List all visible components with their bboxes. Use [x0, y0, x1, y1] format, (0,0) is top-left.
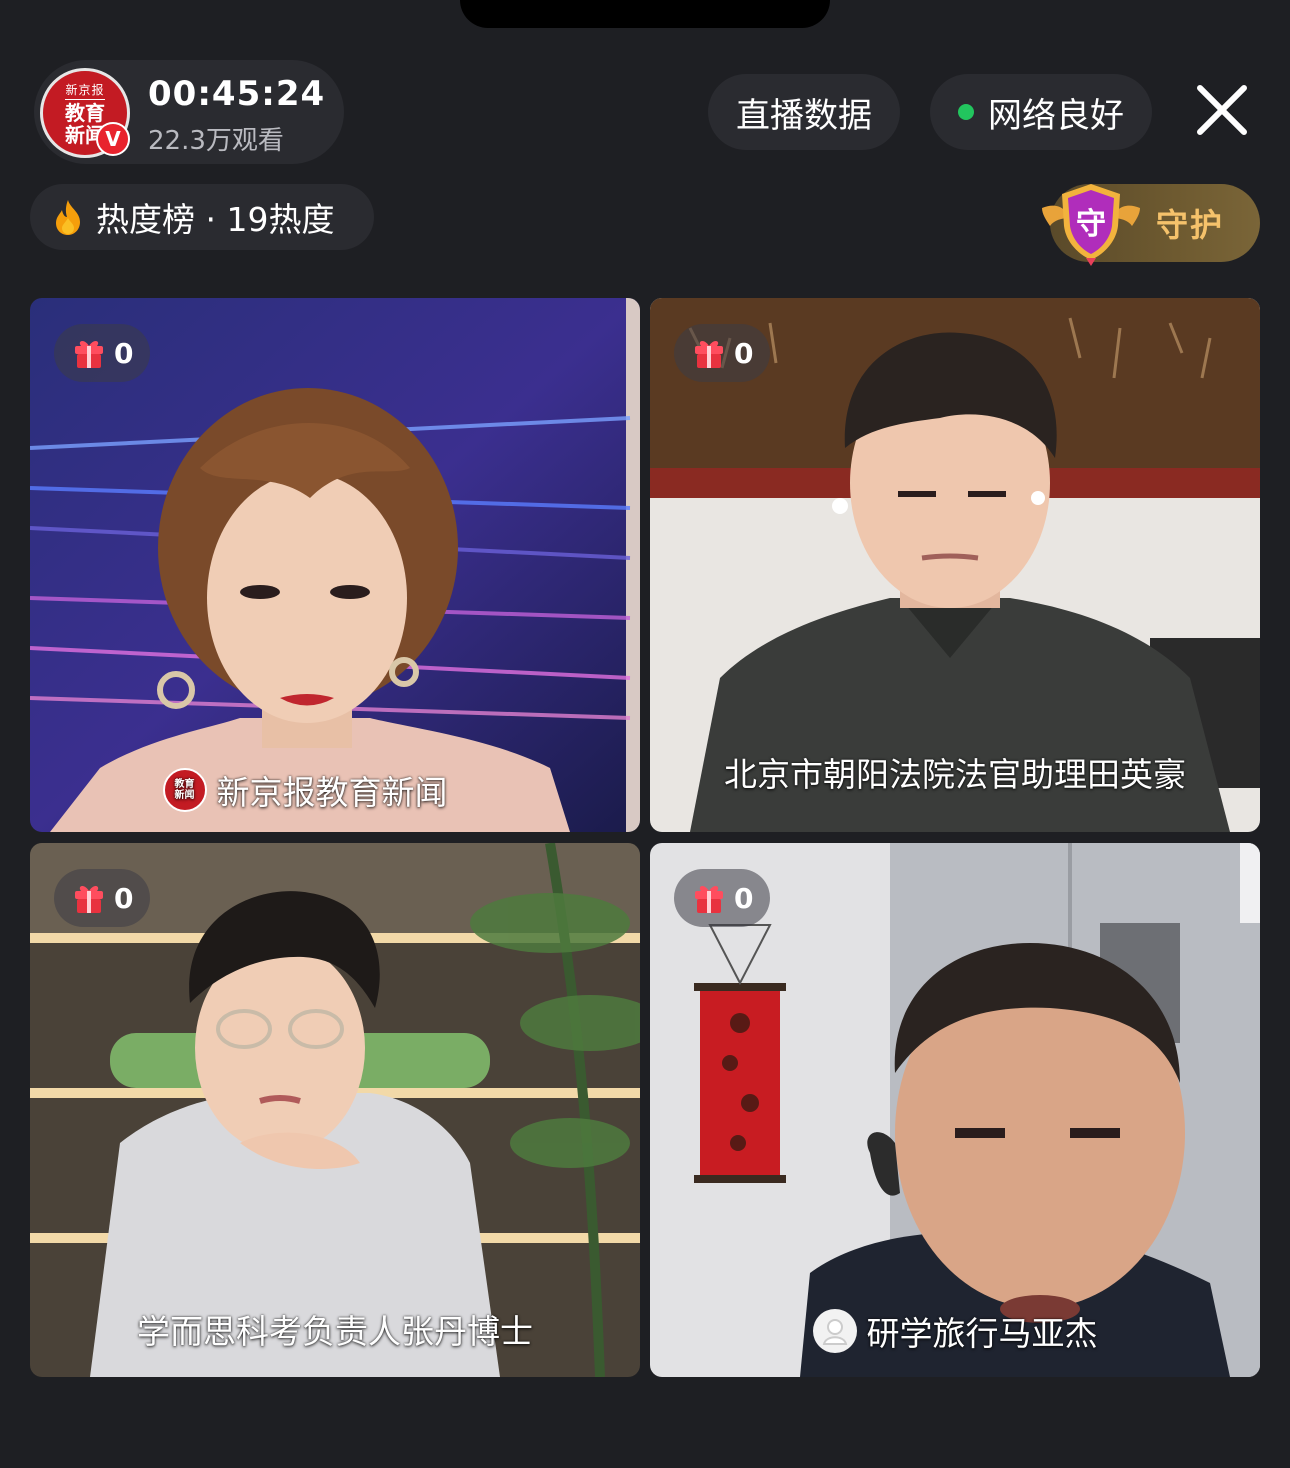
viewer-count: 22.3万观看	[148, 126, 284, 156]
host-avatar-top-text: 新京报	[65, 81, 105, 100]
live-data-button[interactable]: 直播数据	[708, 74, 900, 150]
shield-icon: 守	[1042, 184, 1140, 266]
hot-ranking-label: 热度榜 · 19热度	[96, 200, 335, 239]
gift-counter[interactable]: 0	[54, 324, 150, 382]
network-status-dot-icon	[958, 104, 974, 120]
gift-icon	[75, 886, 103, 913]
gift-icon	[75, 341, 103, 368]
participant-name-label: 研学旅行马亚杰	[650, 1307, 1260, 1355]
gift-counter[interactable]: 0	[674, 869, 770, 927]
gift-icon	[695, 886, 723, 913]
hot-ranking-button[interactable]: 热度榜 · 19热度	[30, 184, 374, 250]
gift-counter[interactable]: 0	[54, 869, 150, 927]
video-tile-guest-2[interactable]: 0 学而思科考负责人张丹博士	[30, 843, 640, 1377]
participant-name: 新京报教育新闻	[216, 773, 448, 812]
participant-name-label: 教育新闻 新京报教育新闻	[30, 766, 640, 814]
gift-counter[interactable]: 0	[674, 324, 770, 382]
video-tile-guest-1[interactable]: 0 北京市朝阳法院法官助理田英豪	[650, 298, 1260, 832]
video-tile-guest-3[interactable]: 0 研学旅行马亚杰	[650, 843, 1260, 1377]
participant-name: 北京市朝阳法院法官助理田英豪	[724, 755, 1186, 794]
live-timer: 00:45:24	[148, 74, 326, 114]
guard-label: 守护	[1156, 206, 1225, 244]
close-icon[interactable]	[1190, 78, 1254, 142]
gift-count: 0	[114, 336, 134, 370]
live-data-label: 直播数据	[736, 95, 872, 136]
network-status-label: 网络良好	[988, 95, 1124, 136]
participant-avatar-text: 教育新闻	[174, 779, 195, 801]
flame-icon	[56, 200, 80, 235]
guard-badge-char: 守	[1076, 207, 1106, 242]
verified-badge-icon: V	[96, 122, 130, 156]
user-icon	[812, 1309, 857, 1353]
gift-count: 0	[734, 336, 754, 370]
participant-name-label: 北京市朝阳法院法官助理田英豪	[650, 748, 1260, 796]
participant-avatar: 教育新闻	[162, 768, 207, 812]
video-tile-host[interactable]: 0 教育新闻 新京报教育新闻	[30, 298, 640, 832]
participant-name: 研学旅行马亚杰	[866, 1314, 1098, 1353]
gift-count: 0	[114, 881, 134, 915]
gift-icon	[695, 341, 723, 368]
participant-name-label: 学而思科考负责人张丹博士	[30, 1305, 640, 1353]
network-status-pill: 网络良好	[930, 74, 1152, 150]
device-notch	[460, 0, 830, 28]
gift-count: 0	[734, 881, 754, 915]
participant-name: 学而思科考负责人张丹博士	[137, 1312, 533, 1351]
